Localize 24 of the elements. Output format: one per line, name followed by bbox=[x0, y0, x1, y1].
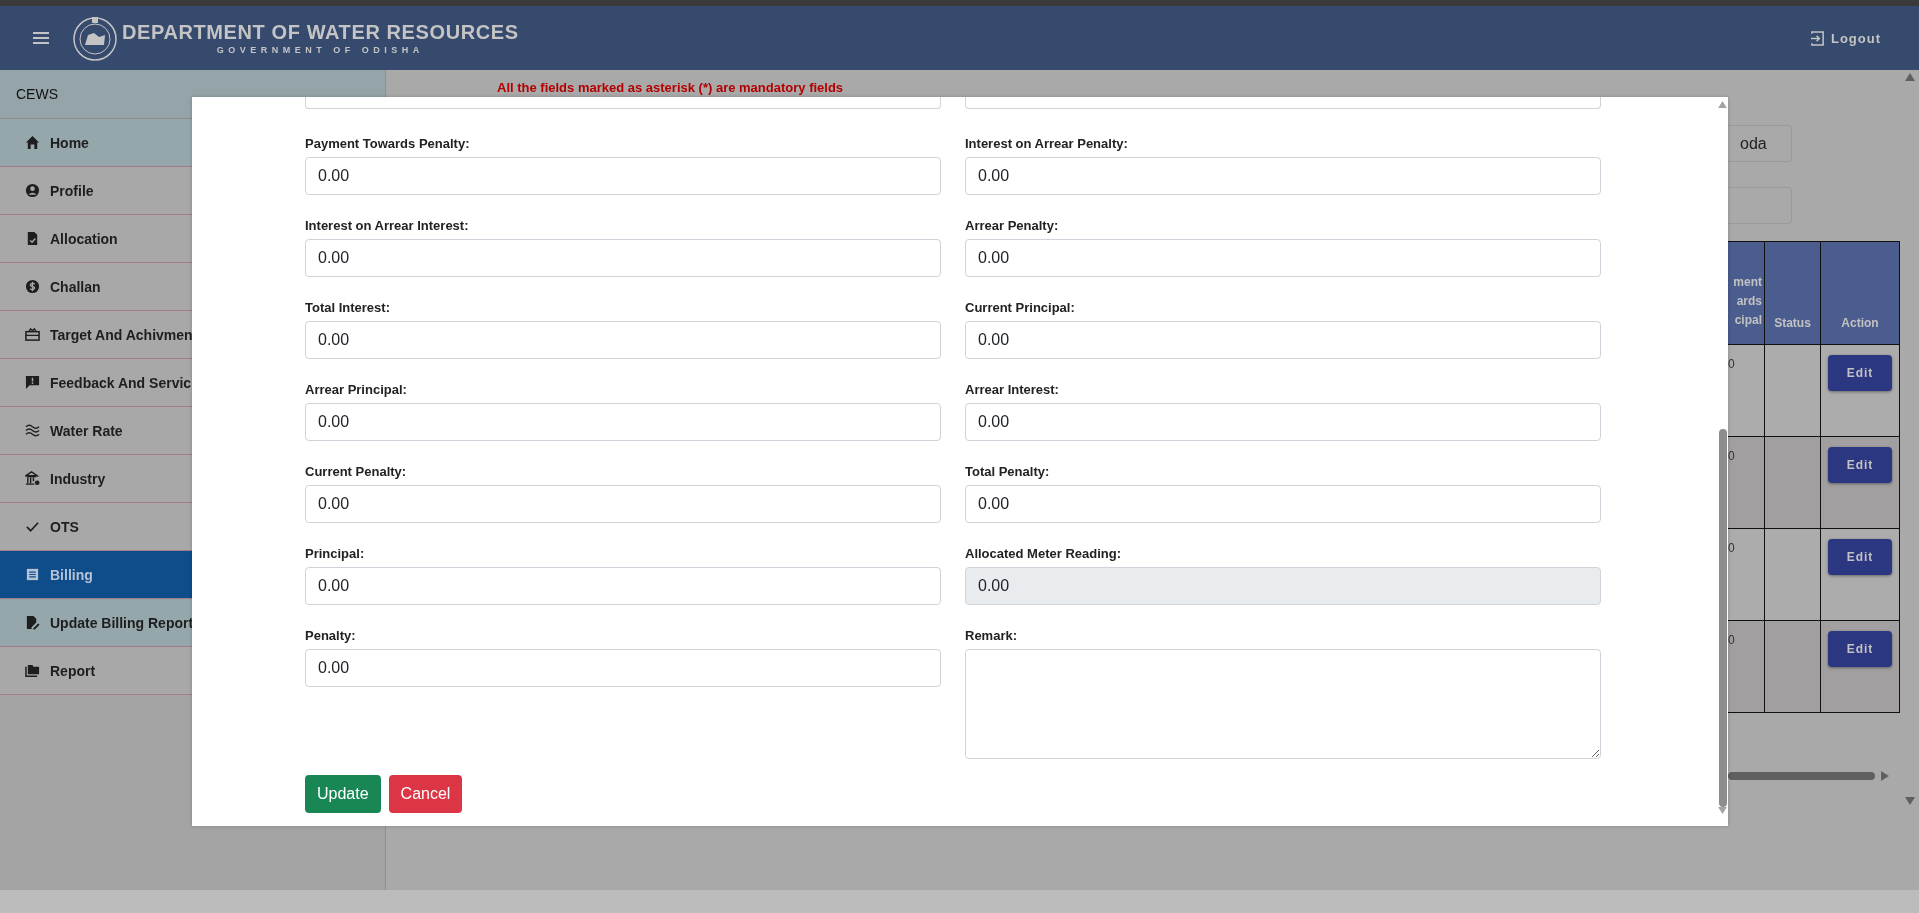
field-label: Interest on Arrear Interest: bbox=[305, 218, 470, 235]
field-label: Penalty: bbox=[305, 628, 357, 645]
field-label: Arrear Penalty: bbox=[965, 218, 1060, 235]
field-label: Total Interest: bbox=[305, 300, 391, 317]
table-cell: 0 bbox=[1728, 620, 1765, 713]
header-subtitle: GOVERNMENT OF ODISHA bbox=[216, 45, 424, 55]
field-label: Allocated Meter Reading: bbox=[965, 546, 1123, 563]
field-label: Interest on Arrear Penalty: bbox=[965, 136, 1129, 153]
field-label: Total Penalty: bbox=[965, 464, 1051, 481]
field-label: Arrear Principal: bbox=[305, 382, 408, 399]
table-cell: 0 bbox=[1728, 436, 1765, 529]
column-header: ment ards cipal bbox=[1728, 241, 1765, 345]
mandatory-notice: All the fields marked as asterisk (*) are mandatory fields bbox=[497, 80, 845, 95]
field-label: Principal: bbox=[305, 546, 366, 563]
field-label: Current Principal: bbox=[965, 300, 1076, 317]
table-cell: 0 bbox=[1728, 528, 1765, 621]
column-header: Action bbox=[1820, 241, 1900, 345]
table-cell: 0 bbox=[1728, 344, 1765, 437]
header-title: DEPARTMENT OF WATER RESOURCES bbox=[122, 21, 519, 44]
column-header: Status bbox=[1764, 241, 1821, 345]
field-label: Arrear Interest: bbox=[965, 382, 1060, 399]
field-label: Payment Towards Penalty: bbox=[305, 136, 471, 153]
field-label: Remark: bbox=[965, 628, 1019, 645]
field-label: Current Penalty: bbox=[305, 464, 408, 481]
